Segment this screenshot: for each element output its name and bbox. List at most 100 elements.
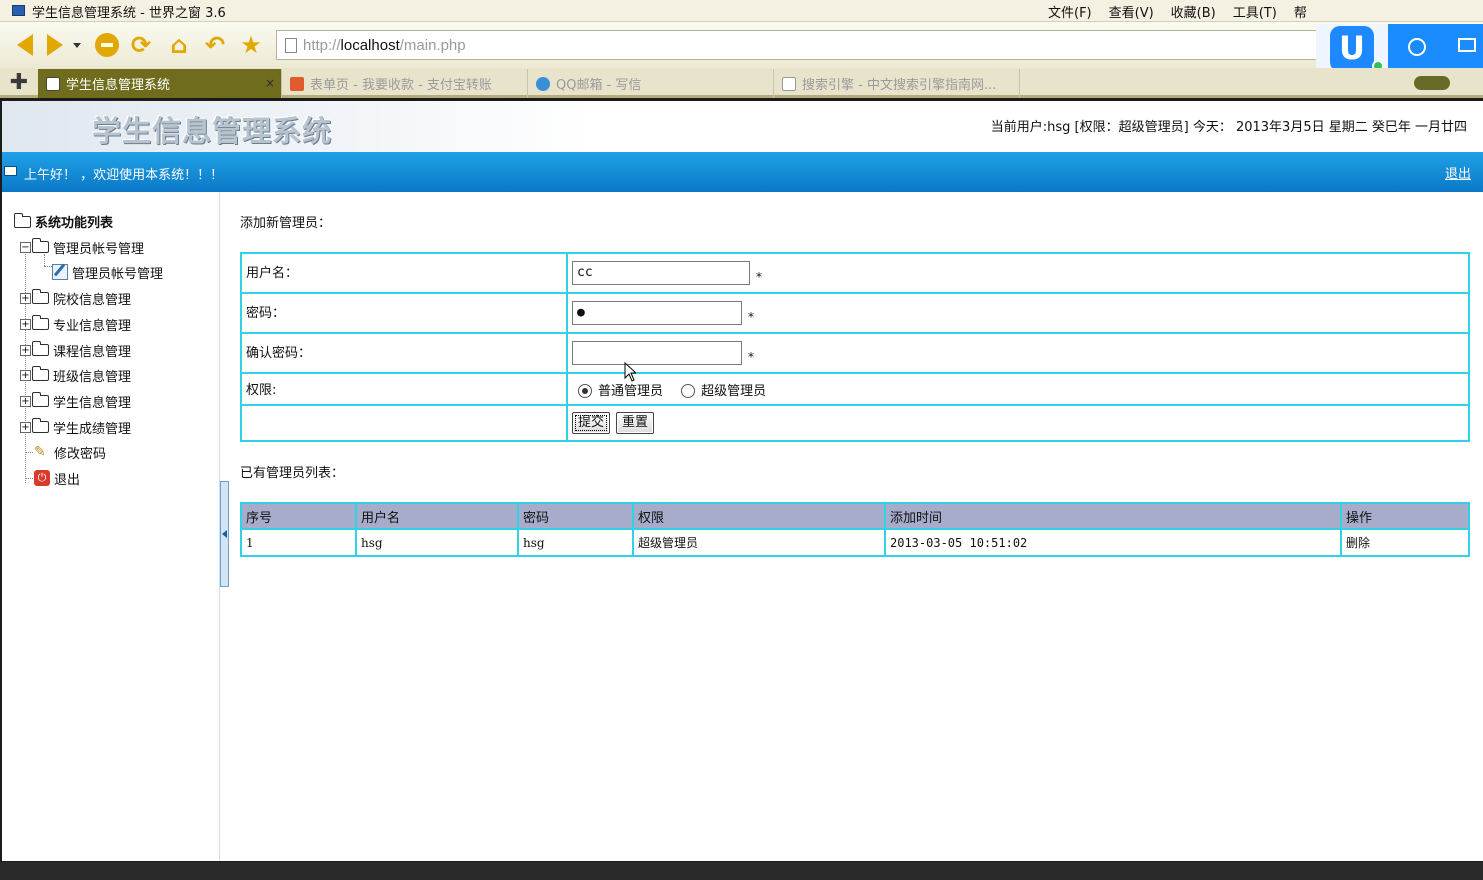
role-radio-super[interactable] xyxy=(681,384,696,398)
sidebar-item-courses[interactable]: + 课程信息管理 xyxy=(20,340,131,360)
undo-icon: ↶ xyxy=(204,31,226,59)
sidebar-item-students[interactable]: + 学生信息管理 xyxy=(20,391,131,411)
window-titlebar: 学生信息管理系统 - 世界之窗 3.6 文件(F) 查看(V) 收藏(B) 工具… xyxy=(0,0,1483,22)
new-tab-button[interactable]: ✚ xyxy=(5,71,33,95)
welcome-text: 上午好！ ，欢迎使用本系统！！！ xyxy=(24,168,224,183)
sidebar-item-admin-accounts-sub[interactable]: 管理员帐号管理 xyxy=(52,262,163,282)
confirm-password-input[interactable] xyxy=(572,341,742,365)
history-dropdown[interactable] xyxy=(70,32,84,58)
undo-close-button[interactable]: ↶ xyxy=(202,32,228,58)
tab-label: 表单页 - 我要收款 - 支付宝转账 xyxy=(310,78,492,93)
expand-icon[interactable]: + xyxy=(20,369,31,381)
tree-root-label: 系统功能列表 xyxy=(35,216,114,231)
admin-list-table: 序号 用户名 密码 权限 添加时间 操作 1 hsg hsg 超级管理员 201… xyxy=(240,502,1470,557)
submit-button[interactable]: 提交 xyxy=(572,412,611,434)
sidebar-item-label: 退出 xyxy=(54,472,81,488)
expand-icon[interactable]: + xyxy=(20,344,31,356)
assistant-badge[interactable]: U xyxy=(1316,24,1388,74)
assistant-u-icon: U xyxy=(1330,26,1374,72)
menu-tools[interactable]: 工具(T) xyxy=(1233,2,1277,21)
username-input[interactable]: cc xyxy=(572,261,750,285)
refresh-button[interactable]: ⟳ xyxy=(128,32,154,58)
sidebar-item-grades[interactable]: + 学生成绩管理 xyxy=(20,417,131,437)
tab-search-guide[interactable]: 搜索引擎 - 中文搜索引擎指南网... xyxy=(774,69,1020,98)
admin-list-title: 已有管理员列表： xyxy=(240,466,345,481)
menu-file[interactable]: 文件(F) xyxy=(1048,2,1092,21)
web-page: 学生信息管理系统 当前用户:hsg [权限：超级管理员] 今天： 2013年3月… xyxy=(2,101,1483,861)
folder-icon xyxy=(14,212,31,228)
password-input[interactable]: ● xyxy=(572,301,742,325)
current-user-info: 当前用户:hsg [权限：超级管理员] 今天： 2013年3月5日 星期二 癸巳… xyxy=(990,120,1467,135)
tree-root[interactable]: 系统功能列表 xyxy=(14,212,113,231)
collapse-icon[interactable]: − xyxy=(20,241,31,253)
sidebar-item-label: 管理员帐号管理 xyxy=(53,241,145,257)
page-icon xyxy=(46,76,60,91)
cell-password: hsg xyxy=(519,530,632,555)
sidebar-collapse-handle[interactable] xyxy=(220,481,229,587)
confirm-password-label: 确认密码： xyxy=(242,334,566,372)
required-mark: * xyxy=(756,269,762,284)
mouse-cursor-icon xyxy=(624,362,636,382)
required-mark: * xyxy=(748,309,754,324)
star-icon: ★ xyxy=(240,31,262,59)
window-icon xyxy=(4,166,17,176)
floating-panel[interactable] xyxy=(1388,24,1483,70)
folder-icon xyxy=(32,289,49,304)
expand-icon[interactable]: + xyxy=(20,421,31,433)
browser-menubar: 文件(F) 查看(V) 收藏(B) 工具(T) 帮 xyxy=(1048,2,1307,21)
url-text: http://localhost/main.php xyxy=(303,37,466,54)
sidebar-item-change-password[interactable]: ✎ 修改密码 xyxy=(34,442,106,462)
cell-index: 1 xyxy=(242,530,355,555)
browser-toolbar: ⟳ ⌂ ↶ ★ http://localhost/main.php U xyxy=(0,22,1483,74)
clock-icon[interactable] xyxy=(1408,38,1426,56)
tab-label: QQ邮箱 - 写信 xyxy=(556,78,642,93)
page-icon xyxy=(285,38,297,53)
tab-bar: ✚ 学生信息管理系统 × 表单页 - 我要收款 - 支付宝转账 QQ邮箱 - 写… xyxy=(0,68,1483,98)
home-button[interactable]: ⌂ xyxy=(166,32,192,58)
address-bar[interactable]: http://localhost/main.php xyxy=(276,30,1326,60)
close-tab-icon[interactable]: × xyxy=(265,76,275,90)
refresh-icon: ⟳ xyxy=(130,31,152,59)
required-mark: * xyxy=(748,349,754,364)
sidebar-tree: 系统功能列表 − 管理员帐号管理 管理员帐号管理 + 院校信息管理 + 专业信息… xyxy=(2,192,220,861)
forward-button[interactable] xyxy=(42,32,68,58)
qq-icon xyxy=(536,76,550,91)
tab-scroll-button[interactable] xyxy=(1414,76,1450,90)
sidebar-item-label: 修改密码 xyxy=(54,446,107,462)
cell-role: 超级管理员 xyxy=(634,530,884,555)
menu-view[interactable]: 查看(V) xyxy=(1109,2,1154,21)
sidebar-item-classes[interactable]: + 班级信息管理 xyxy=(20,365,131,385)
expand-icon[interactable]: + xyxy=(20,395,31,407)
tab-student-system[interactable]: 学生信息管理系统 × xyxy=(38,69,282,98)
sidebar-item-majors[interactable]: + 专业信息管理 xyxy=(20,314,131,334)
dropdown-arrow-icon xyxy=(73,42,81,48)
tab-alipay[interactable]: 表单页 - 我要收款 - 支付宝转账 xyxy=(282,69,528,98)
table-header-row: 序号 用户名 密码 权限 添加时间 操作 xyxy=(242,504,1468,528)
reset-button[interactable]: 重置 xyxy=(616,412,655,434)
table-row: 1 hsg hsg 超级管理员 2013-03-05 10:51:02 删除 xyxy=(242,530,1468,555)
folder-icon xyxy=(32,392,49,407)
favorites-button[interactable]: ★ xyxy=(238,32,264,58)
role-radio-normal[interactable] xyxy=(578,384,592,398)
sidebar-item-colleges[interactable]: + 院校信息管理 xyxy=(20,288,131,308)
page-icon xyxy=(782,76,796,91)
back-button[interactable] xyxy=(12,32,38,58)
sidebar-item-admin-accounts[interactable]: − 管理员帐号管理 xyxy=(20,237,144,257)
sidebar-item-logout[interactable]: ⏻ 退出 xyxy=(34,468,80,488)
key-icon: ✎ xyxy=(34,444,46,460)
folder-icon xyxy=(32,366,49,381)
expand-icon[interactable]: + xyxy=(20,292,31,304)
folder-icon xyxy=(32,238,49,253)
mail-icon[interactable] xyxy=(1458,38,1476,52)
expand-icon[interactable]: + xyxy=(20,318,31,330)
menu-help[interactable]: 帮 xyxy=(1294,2,1307,21)
sidebar-item-label: 管理员帐号管理 xyxy=(72,266,164,282)
stop-button[interactable] xyxy=(94,32,120,58)
folder-icon xyxy=(32,315,49,330)
menu-favorites[interactable]: 收藏(B) xyxy=(1171,2,1216,21)
folder-icon xyxy=(32,418,49,433)
edit-icon xyxy=(52,264,68,280)
tab-qqmail[interactable]: QQ邮箱 - 写信 xyxy=(528,69,774,98)
delete-link[interactable]: 删除 xyxy=(1342,530,1468,555)
logout-link[interactable]: 退出 xyxy=(1445,163,1471,182)
